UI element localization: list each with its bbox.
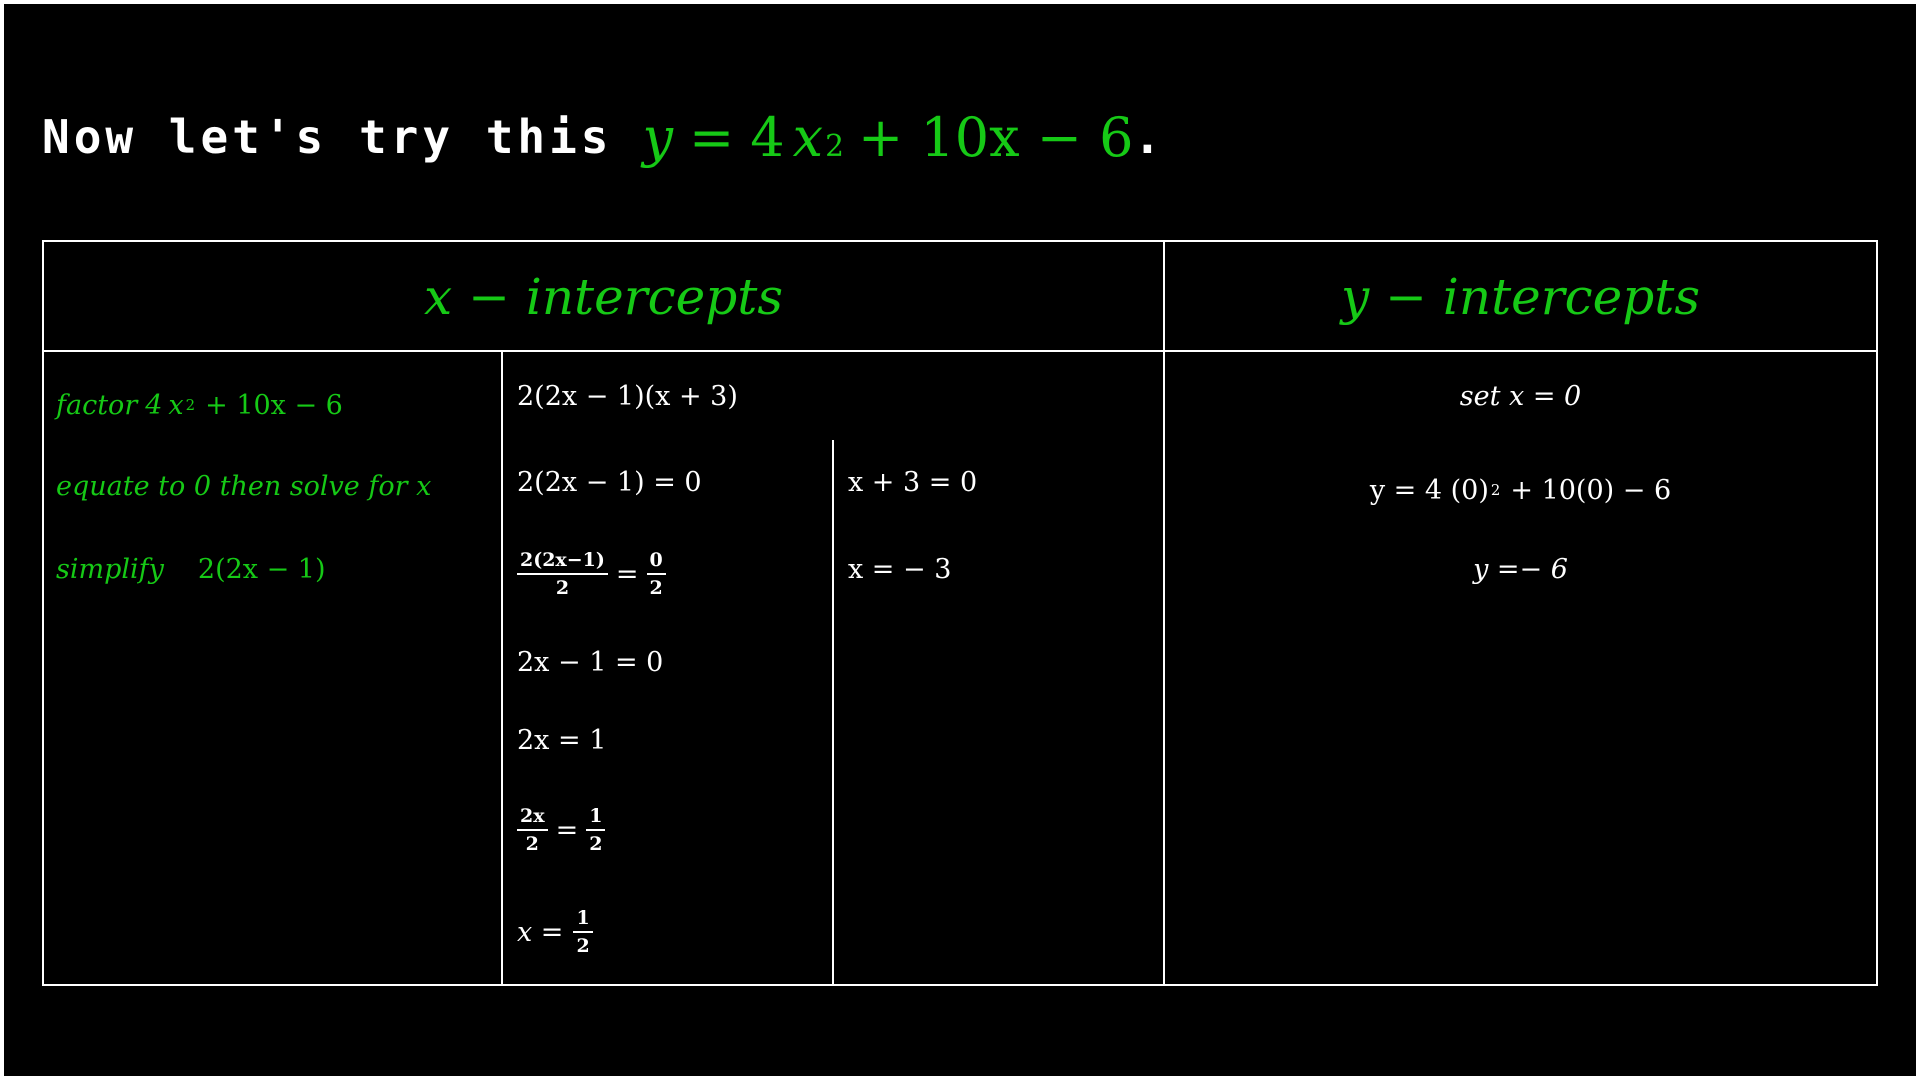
slide: Now let's try this y = 4 x 2 + 10x − 6 .… <box>4 4 1916 1076</box>
set-x-text: set x = 0 <box>1459 380 1582 412</box>
fraction-denominator: 2 <box>576 935 590 957</box>
substitution-rest: + 10(0) − 6 <box>1510 474 1672 506</box>
result-fraction: 1 2 <box>573 907 593 957</box>
fraction-denominator: 2 <box>649 577 663 599</box>
fraction-numerator: 1 <box>586 805 606 831</box>
factor-rest: + 10x − 6 <box>205 389 343 421</box>
grid-line <box>42 984 1878 986</box>
equals-sign: = <box>615 558 639 590</box>
x-intercepts-header: x − intercepts <box>423 268 783 326</box>
title-eq-y: y <box>642 105 674 169</box>
title-eq-rest: + 10x − 6 <box>857 105 1134 169</box>
title-eq-equals: = <box>689 105 735 169</box>
title-equation: y = 4 x 2 + 10x − 6 <box>643 106 1134 169</box>
fraction-lhs: 2x 2 <box>517 805 548 855</box>
factor-exp: 2 <box>185 396 196 414</box>
y-intercepts-header: y − intercepts <box>1340 268 1701 326</box>
y-result-text: y =− 6 <box>1473 553 1568 585</box>
fraction-numerator: 1 <box>573 907 593 933</box>
divide-step: 2(2x−1) 2 = 0 2 <box>503 524 832 624</box>
title-period: . <box>1133 110 1162 164</box>
factored-form: 2(2x − 1)(x + 3) <box>517 380 738 412</box>
fraction-numerator: 0 <box>646 549 666 575</box>
equation-second-factor: x + 3 = 0 <box>848 466 978 498</box>
title-eq-coef: 4 <box>750 105 785 169</box>
substitution-lhs: y = 4 (0) <box>1369 474 1489 506</box>
divide-step-two: 2x 2 = 1 2 <box>503 780 832 880</box>
fraction-denominator: 2 <box>589 833 603 855</box>
intercepts-table: x − intercepts y − intercepts factor 4 x… <box>42 240 1878 986</box>
fraction-numerator: 2x <box>517 805 548 831</box>
step-simplify-label: simplify 2(2x − 1) <box>42 524 501 614</box>
fraction-denominator: 2 <box>525 833 539 855</box>
step-factor-label: factor 4 x2 + 10x − 6 <box>42 352 501 448</box>
result-lhs: x = <box>517 916 564 948</box>
step-equate-label: equate to 0 then solve for x <box>56 470 432 502</box>
factor-word: factor <box>56 389 138 421</box>
y-intercept-result: y =− 6 <box>1165 524 1876 614</box>
set-x-zero: set x = 0 <box>1165 352 1876 440</box>
x-intercept-result-one: x = 1 2 <box>503 880 832 984</box>
fraction-rhs: 1 2 <box>586 805 606 855</box>
title-lead-text: Now let's try this <box>42 110 613 164</box>
substitution-exponent: 2 <box>1490 481 1501 499</box>
fraction-denominator: 2 <box>555 577 570 599</box>
factor-x: x <box>168 389 184 421</box>
fraction-rhs: 0 2 <box>646 549 666 599</box>
title-eq-exponent: 2 <box>825 128 844 164</box>
factor-coef: 4 <box>145 389 163 421</box>
simplify-word: simplify <box>56 553 164 585</box>
slide-title: Now let's try this y = 4 x 2 + 10x − 6 . <box>42 92 1161 182</box>
simplify-expression: 2(2x − 1) <box>197 553 326 585</box>
x-intercept-result-two: x = − 3 <box>848 553 952 585</box>
equation-first-factor: 2(2x − 1) = 0 <box>517 466 702 498</box>
simplified-equation: 2x − 1 = 0 <box>517 646 664 678</box>
fraction-lhs: 2(2x−1) 2 <box>517 549 608 599</box>
isolate-equation: 2x = 1 <box>517 724 607 756</box>
title-eq-x: x <box>792 105 824 169</box>
fraction-numerator: 2(2x−1) <box>517 549 608 575</box>
grid-line <box>1876 240 1878 986</box>
equals-sign: = <box>555 814 579 846</box>
